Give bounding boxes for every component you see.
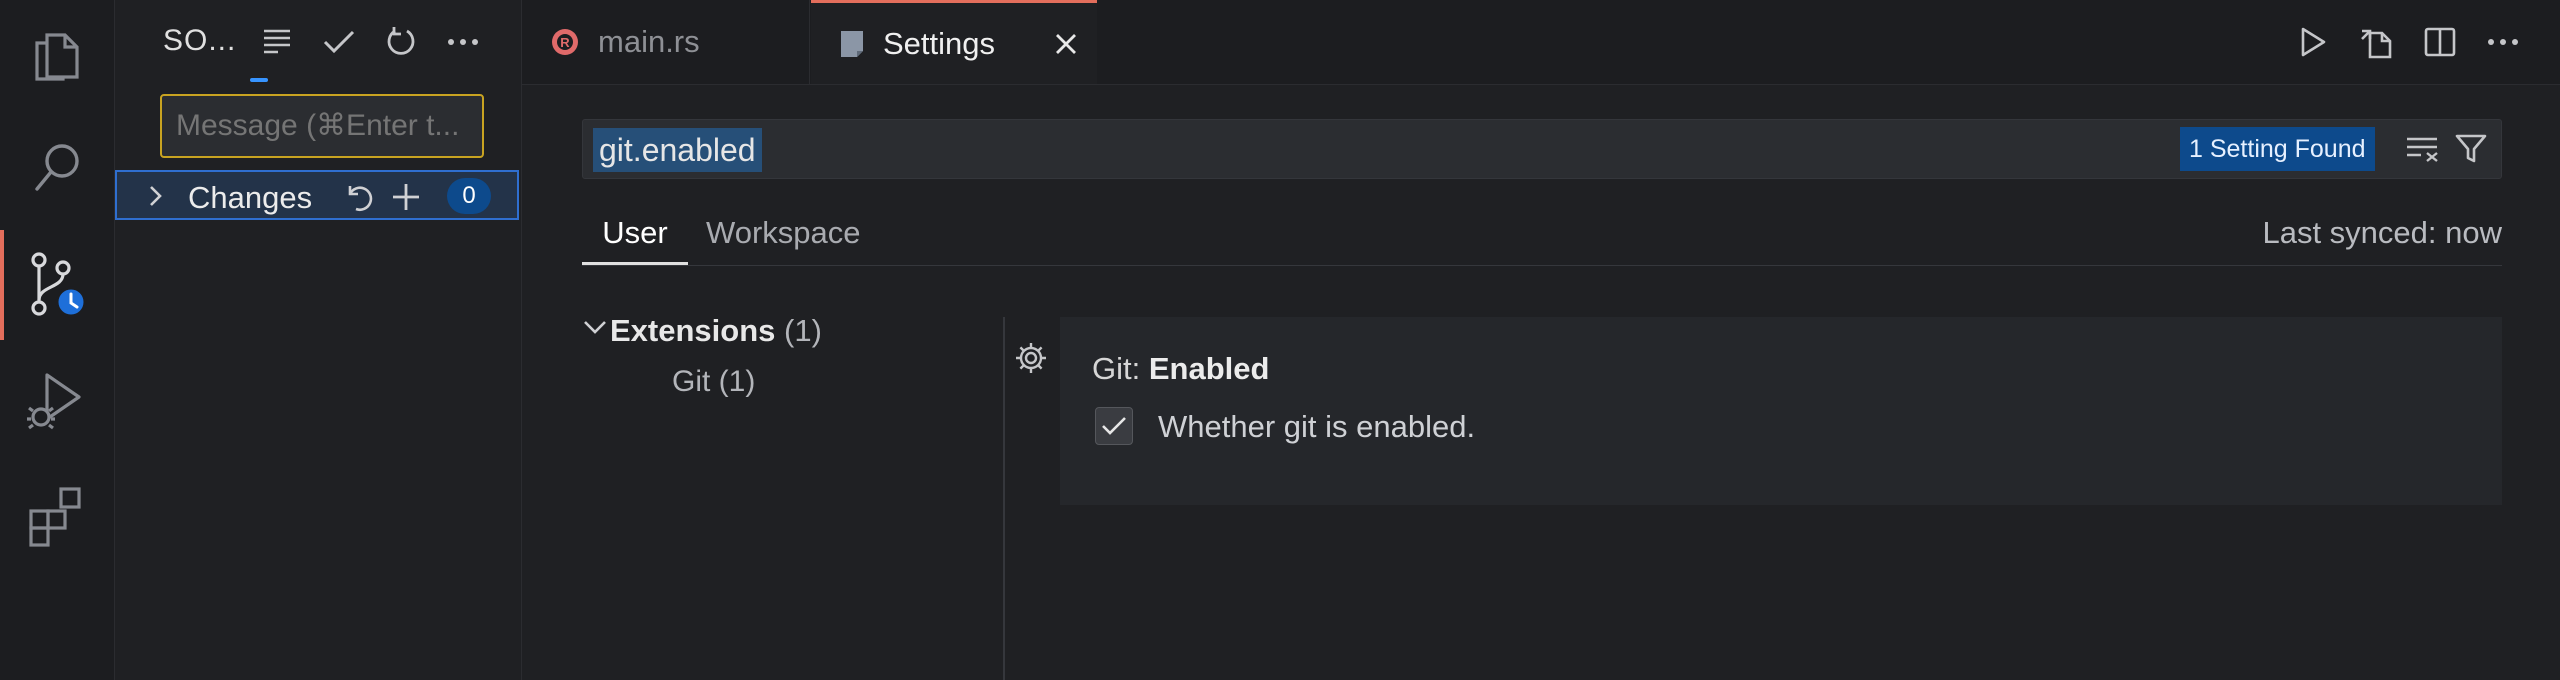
ellipsis-icon	[2487, 38, 2519, 46]
refresh-icon	[385, 26, 417, 58]
close-tab-button[interactable]	[1049, 27, 1083, 61]
extensions-icon	[27, 485, 87, 549]
commit-message-input[interactable]	[160, 94, 484, 158]
run-button[interactable]	[2292, 21, 2334, 63]
discard-all-button[interactable]	[342, 180, 376, 214]
activity-run-debug[interactable]	[0, 345, 114, 455]
files-icon	[29, 25, 85, 85]
play-icon	[2299, 26, 2327, 58]
editor-tab-bar: R main.rs Settings	[522, 0, 2560, 85]
rust-icon: R	[550, 27, 580, 57]
clear-filter-icon	[2405, 135, 2441, 163]
settings-search-box[interactable]: git.enabled 1 Setting Found	[582, 119, 2502, 179]
settings-file-icon	[839, 29, 865, 59]
split-editor-icon	[2424, 26, 2456, 58]
chevron-down-icon[interactable]	[582, 319, 608, 335]
sidebar-title: SO...	[163, 24, 237, 57]
active-view-indicator	[250, 78, 268, 82]
refresh-button[interactable]	[381, 22, 421, 62]
toc-extensions-count: (1)	[784, 313, 822, 348]
list-icon	[262, 28, 292, 56]
tab-main-rs[interactable]: R main.rs	[522, 0, 810, 84]
toc-extensions[interactable]: Extensions (1)	[610, 313, 822, 349]
settings-search-input[interactable]: git.enabled	[593, 128, 762, 172]
check-icon	[1101, 415, 1127, 437]
close-icon	[1055, 33, 1077, 55]
source-control-sidebar: SO... Message (⌘Enter t... Changes 0	[115, 0, 522, 680]
tab-label: Settings	[883, 25, 996, 61]
more-actions-button[interactable]	[443, 22, 483, 62]
setting-name: Enabled	[1148, 351, 1270, 386]
source-control-icon	[25, 250, 89, 320]
view-as-list-button[interactable]	[257, 22, 297, 62]
editor-more-actions-button[interactable]	[2482, 21, 2524, 63]
search-icon	[29, 137, 85, 197]
changes-count-badge: 0	[447, 178, 491, 214]
chevron-right-icon[interactable]	[147, 184, 163, 208]
plus-icon	[391, 182, 421, 212]
activity-source-control[interactable]	[0, 230, 114, 340]
filter-button[interactable]	[2451, 129, 2491, 169]
toc-divider[interactable]	[1003, 317, 1005, 680]
setting-item-git-enabled: Git: Enabled Whether git is enabled.	[1060, 317, 2502, 505]
open-settings-json-button[interactable]	[2356, 21, 2398, 63]
run-debug-icon	[25, 367, 89, 433]
setting-description: Whether git is enabled.	[1158, 409, 1476, 444]
tab-workspace[interactable]: Workspace	[706, 205, 861, 265]
open-file-icon	[2360, 25, 2394, 59]
gear-icon	[1014, 341, 1048, 375]
activity-extensions[interactable]	[0, 462, 114, 572]
toc-extensions-label: Extensions	[610, 313, 776, 348]
settings-scope-tabs: User Workspace Last synced: now	[582, 205, 2502, 266]
tab-label: main.rs	[598, 24, 700, 59]
changes-group-row[interactable]: Changes 0	[115, 170, 519, 220]
setting-category: Git:	[1092, 351, 1149, 386]
toc-git[interactable]: Git (1)	[672, 365, 755, 399]
tab-settings[interactable]: Settings	[811, 0, 1097, 84]
tab-user[interactable]: User	[582, 205, 688, 265]
activity-bar	[0, 0, 115, 680]
stage-all-button[interactable]	[389, 180, 423, 214]
sidebar-header: SO...	[115, 0, 521, 84]
commit-button[interactable]	[319, 22, 359, 62]
changes-label: Changes	[188, 180, 313, 215]
filter-icon	[2455, 133, 2487, 165]
last-synced-label: Last synced: now	[2262, 215, 2502, 250]
activity-search[interactable]	[0, 112, 114, 222]
setting-gear-button[interactable]	[1014, 341, 1048, 375]
check-icon	[323, 29, 355, 55]
results-count-badge: 1 Setting Found	[2180, 127, 2375, 171]
git-enabled-checkbox[interactable]	[1095, 407, 1133, 445]
clear-search-button[interactable]	[2403, 129, 2443, 169]
activity-explorer[interactable]	[0, 0, 114, 110]
setting-title: Git: Enabled	[1092, 351, 1269, 387]
discard-icon	[344, 182, 374, 212]
ellipsis-icon	[447, 38, 479, 46]
split-editor-button[interactable]	[2419, 21, 2461, 63]
settings-editor: git.enabled 1 Setting Found User Workspa…	[522, 85, 2560, 680]
svg-text:R: R	[560, 35, 570, 50]
